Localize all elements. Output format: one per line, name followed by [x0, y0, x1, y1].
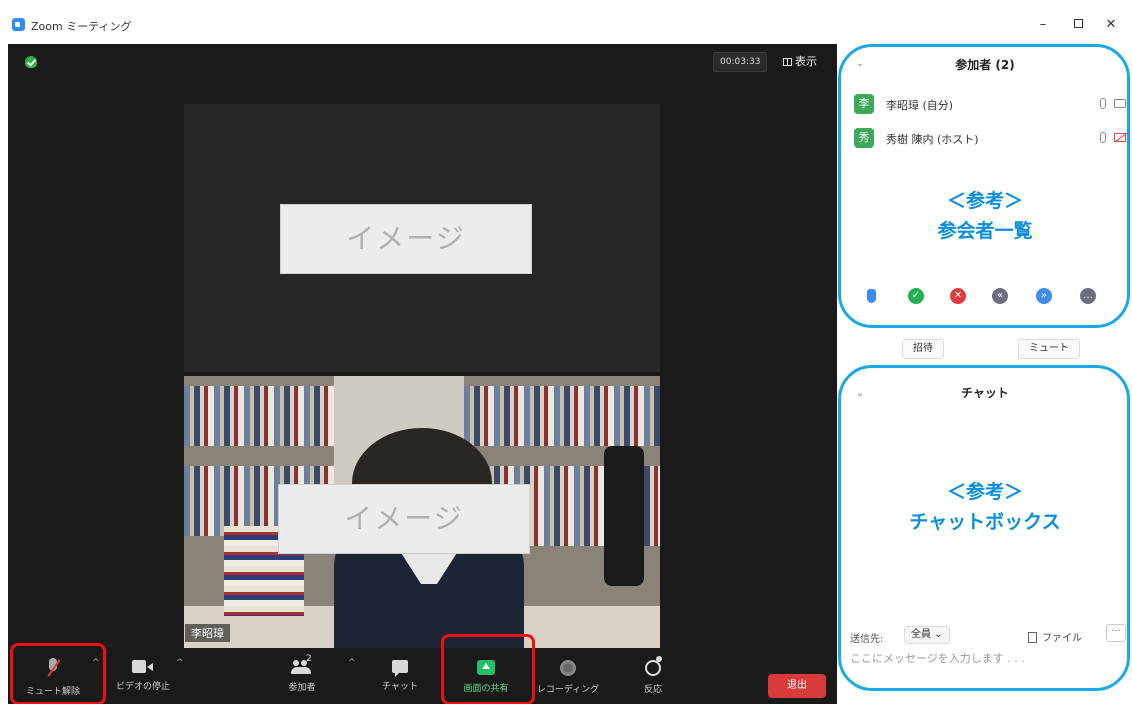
record-button[interactable]: レコーディング	[528, 648, 608, 704]
invite-button[interactable]: 招待	[902, 339, 944, 359]
minimize-button[interactable]: –	[1028, 14, 1058, 36]
chair	[604, 446, 644, 586]
reaction-icon	[645, 656, 662, 676]
meeting-area: 00:03:33 表示 イメージ イメージ 李昭璋 ミュート解除 ^ ビデオの停…	[8, 44, 837, 704]
grid-icon	[783, 58, 792, 66]
mute-all-button[interactable]: ミュート	[1018, 339, 1080, 359]
chat-label: チャット	[382, 682, 418, 692]
image-placeholder-bottom: イメージ	[278, 484, 530, 554]
zoom-logo-icon	[12, 18, 25, 31]
highlight-participants-panel	[838, 44, 1130, 328]
participant-count: 2	[306, 654, 312, 664]
video-camera-icon	[132, 660, 154, 673]
bookshelf	[464, 386, 660, 446]
zoom-window: Zoom ミーティング – ✕ 00:03:33 表示 イメージ イメージ 李昭…	[0, 0, 1132, 704]
view-label: 表示	[795, 55, 817, 68]
meeting-toolbar: ミュート解除 ^ ビデオの停止 ^ 2 参加者 ^ チャット 画面の共有 レコー…	[8, 648, 837, 704]
participants-button[interactable]: 2 参加者	[272, 648, 332, 704]
bookshelf	[184, 386, 334, 446]
chat-button[interactable]: チャット	[372, 648, 428, 704]
title-bar: Zoom ミーティング – ✕	[0, 0, 1132, 42]
highlight-share	[441, 634, 535, 704]
meeting-timer: 00:03:33	[713, 52, 768, 72]
record-label: レコーディング	[536, 685, 600, 695]
stop-video-button[interactable]: ビデオの停止	[108, 648, 178, 704]
highlight-unmute	[10, 643, 106, 704]
encryption-shield-icon[interactable]	[25, 56, 37, 68]
reactions-button[interactable]: 反応	[628, 648, 678, 704]
video-options-chevron-icon[interactable]: ^	[176, 658, 184, 668]
video-name-tag: 李昭璋	[185, 624, 230, 642]
participants-label: 参加者	[288, 683, 316, 693]
record-icon	[560, 660, 576, 676]
view-button[interactable]: 表示	[783, 53, 817, 71]
chat-bubble-icon	[392, 660, 408, 677]
maximize-icon	[1073, 19, 1083, 28]
stop-video-label: ビデオの停止	[115, 682, 170, 692]
close-button[interactable]: ✕	[1096, 14, 1126, 36]
maximize-button[interactable]	[1063, 14, 1093, 36]
leave-button[interactable]: 退出	[768, 674, 826, 698]
participants-options-chevron-icon[interactable]: ^	[348, 658, 356, 668]
window-title: Zoom ミーティング	[31, 20, 132, 33]
reactions-label: 反応	[643, 685, 662, 695]
highlight-chat-panel	[838, 365, 1130, 691]
image-placeholder-top: イメージ	[280, 204, 532, 274]
